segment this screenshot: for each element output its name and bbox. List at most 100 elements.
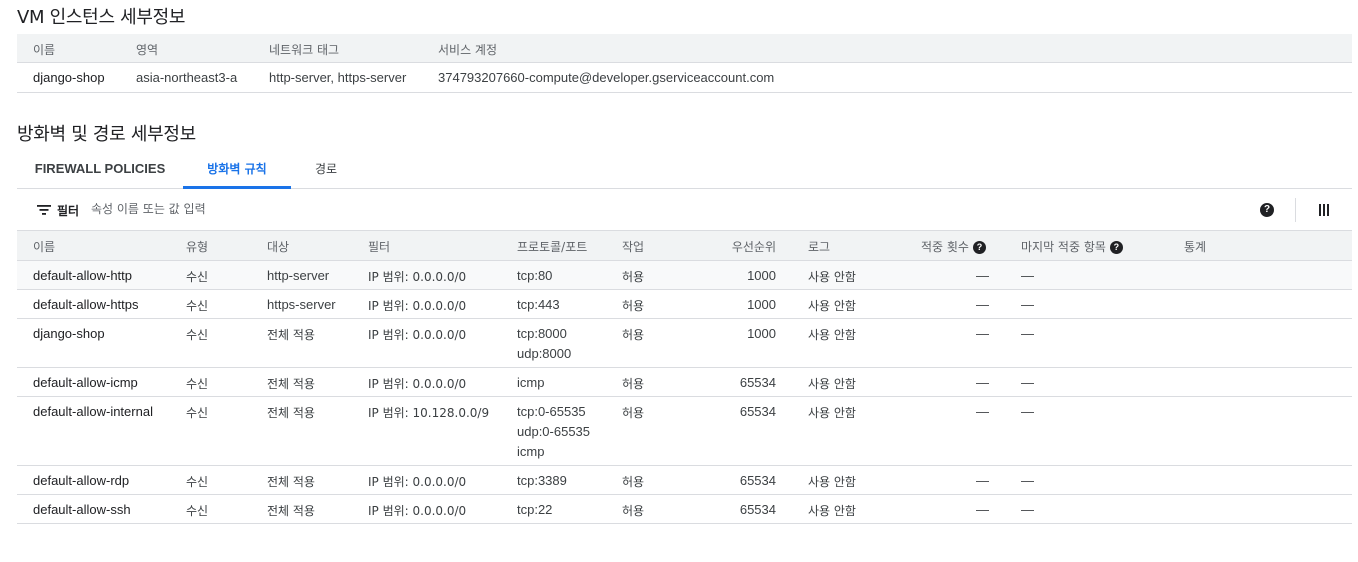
fw-cell-priority: 65534 — [739, 375, 776, 390]
vm-zone: asia-northeast3-a — [136, 70, 238, 85]
filter-icon[interactable] — [37, 205, 51, 215]
protocol-port: tcp:22 — [517, 502, 553, 517]
fw-cell-priority: 1000 — [747, 268, 776, 283]
fw-cell-log: 사용 안함 — [808, 328, 856, 342]
fw-cell-priority: 1000 — [747, 297, 776, 312]
fw-header-name[interactable]: 이름 — [33, 238, 55, 255]
fw-cell-action: 허용 — [622, 377, 645, 391]
table-row[interactable]: default-allow-ssh 수신 전체 적용 IP 범위: 0.0.0.0/0… — [17, 495, 1352, 524]
fw-cell-filter: IP 범위: 0.0.0.0/0 — [368, 270, 467, 284]
vm-header-tags: 네트워크 태그 — [269, 43, 340, 57]
vm-header-name: 이름 — [33, 43, 56, 57]
fw-cell-last-hit: — — [1021, 473, 1034, 488]
fw-cell-action: 허용 — [622, 406, 645, 420]
fw-cell-action: 허용 — [622, 299, 645, 313]
protocol-port: tcp:8000 — [517, 326, 567, 341]
fw-cell-name[interactable]: django-shop — [33, 326, 105, 341]
fw-cell-protocols: tcp:8000 udp:8000 — [517, 324, 571, 364]
fw-cell-name[interactable]: default-allow-internal — [33, 404, 153, 419]
fw-cell-hit-count: — — [976, 297, 989, 312]
help-circle-icon[interactable]: ? — [1260, 203, 1274, 217]
fw-cell-hit-count: — — [976, 502, 989, 517]
fw-cell-last-hit: — — [1021, 502, 1034, 517]
filter-label: 필터 — [57, 204, 80, 218]
fw-cell-name[interactable]: default-allow-https — [33, 297, 139, 312]
fw-cell-action: 허용 — [622, 328, 645, 342]
fw-cell-last-hit: — — [1021, 375, 1034, 390]
fw-cell-type: 수신 — [186, 504, 209, 518]
vm-table-header: 이름 영역 네트워크 태그 서비스 계정 — [17, 34, 1352, 63]
fw-header-type[interactable]: 유형 — [186, 238, 208, 255]
fw-cell-target: 전체 적용 — [267, 406, 315, 420]
vm-network-tags: http-server, https-server — [269, 70, 407, 85]
fw-cell-name[interactable]: default-allow-http — [33, 268, 132, 283]
fw-header-log[interactable]: 로그 — [808, 238, 830, 255]
fw-cell-log: 사용 안함 — [808, 377, 856, 391]
tab-firewall-rules[interactable]: 방화벽 규칙 — [183, 151, 291, 189]
fw-cell-hit-count: — — [976, 326, 989, 341]
fw-cell-type: 수신 — [186, 328, 209, 342]
fw-header-last-hit-label: 마지막 적중 항목 — [1021, 240, 1106, 254]
fw-cell-type: 수신 — [186, 406, 209, 420]
table-row[interactable]: default-allow-internal 수신 전체 적용 IP 범위: 10.1… — [17, 397, 1352, 466]
fw-cell-filter: IP 범위: 10.128.0.0/9 — [368, 406, 490, 420]
fw-header-protocol[interactable]: 프로토콜/포트 — [517, 238, 587, 255]
fw-header-last-hit[interactable]: 마지막 적중 항목? — [1021, 238, 1123, 255]
fw-header-hit-count-label: 적중 횟수 — [921, 240, 969, 254]
fw-cell-name[interactable]: default-allow-ssh — [33, 502, 131, 517]
fw-table-header: 이름 유형 대상 필터 프로토콜/포트 작업 우선순위 로그 적중 횟수? 마지… — [17, 230, 1352, 261]
fw-cell-last-hit: — — [1021, 297, 1034, 312]
fw-cell-hit-count: — — [976, 268, 989, 283]
tab-routes[interactable]: 경로 — [291, 151, 361, 188]
fw-header-priority[interactable]: 우선순위 — [667, 238, 776, 255]
protocol-port: tcp:443 — [517, 297, 560, 312]
fw-cell-filter: IP 범위: 0.0.0.0/0 — [368, 328, 467, 342]
table-row[interactable]: default-allow-rdp 수신 전체 적용 IP 범위: 0.0.0.0/0… — [17, 466, 1352, 495]
protocol-port: tcp:3389 — [517, 473, 567, 488]
fw-cell-target: 전체 적용 — [267, 328, 315, 342]
tab-firewall-policies[interactable]: FIREWALL POLICIES — [17, 151, 183, 188]
tab-routes-label: 경로 — [314, 162, 338, 176]
fw-header-target[interactable]: 대상 — [267, 238, 289, 255]
fw-cell-action: 허용 — [622, 475, 645, 489]
fw-cell-protocols: tcp:22 — [517, 500, 552, 520]
fw-cell-log: 사용 안함 — [808, 270, 856, 284]
filter-input[interactable] — [91, 198, 491, 220]
fw-cell-action: 허용 — [622, 504, 645, 518]
protocol-port: icmp — [517, 375, 545, 390]
fw-cell-protocols: tcp:443 — [517, 295, 560, 315]
fw-header-hit-count[interactable]: 적중 횟수? — [921, 238, 986, 255]
fw-cell-priority: 65534 — [739, 502, 776, 517]
fw-cell-log: 사용 안함 — [808, 504, 856, 518]
fw-cell-type: 수신 — [186, 299, 209, 313]
table-row[interactable]: django-shop 수신 전체 적용 IP 범위: 0.0.0.0/0 허용 사용 안… — [17, 319, 1352, 368]
fw-cell-hit-count: — — [976, 473, 989, 488]
table-row[interactable]: default-allow-icmp 수신 전체 적용 IP 범위: 0.0.0.0/… — [17, 368, 1352, 397]
tab-firewall-rules-label: 방화벽 규칙 — [207, 162, 267, 176]
fw-cell-protocols: tcp:80 — [517, 266, 552, 286]
hit-count-help-icon[interactable]: ? — [972, 241, 986, 254]
vm-name-link[interactable]: django-shop — [33, 70, 105, 85]
last-hit-help-icon[interactable]: ? — [1109, 241, 1123, 254]
firewall-details-title: 방화벽 및 경로 세부정보 — [17, 124, 196, 145]
fw-cell-type: 수신 — [186, 475, 209, 489]
fw-cell-filter: IP 범위: 0.0.0.0/0 — [368, 504, 467, 518]
fw-cell-log: 사용 안함 — [808, 475, 856, 489]
fw-cell-last-hit: — — [1021, 404, 1034, 419]
table-row[interactable]: default-allow-https 수신 https-server IP 범위: … — [17, 290, 1352, 319]
fw-header-filter[interactable]: 필터 — [368, 238, 390, 255]
fw-table-body: default-allow-http 수신 http-server IP 범위: 0.… — [17, 261, 1352, 524]
fw-cell-name[interactable]: default-allow-rdp — [33, 473, 129, 488]
fw-cell-action: 허용 — [622, 270, 645, 284]
table-row[interactable]: default-allow-http 수신 http-server IP 범위: 0.… — [17, 261, 1352, 290]
fw-cell-name[interactable]: default-allow-icmp — [33, 375, 138, 390]
fw-cell-target: https-server — [267, 297, 336, 312]
vm-details-title: VM 인스턴스 세부정보 — [17, 7, 186, 28]
fw-cell-last-hit: — — [1021, 326, 1034, 341]
fw-cell-filter: IP 범위: 0.0.0.0/0 — [368, 377, 467, 391]
vm-header-service-account: 서비스 계정 — [438, 43, 498, 57]
fw-header-action[interactable]: 작업 — [622, 238, 644, 255]
firewall-tabs: FIREWALL POLICIES 방화벽 규칙 경로 — [17, 151, 1352, 189]
fw-cell-target: 전체 적용 — [267, 504, 315, 518]
column-display-icon[interactable] — [1319, 204, 1331, 216]
